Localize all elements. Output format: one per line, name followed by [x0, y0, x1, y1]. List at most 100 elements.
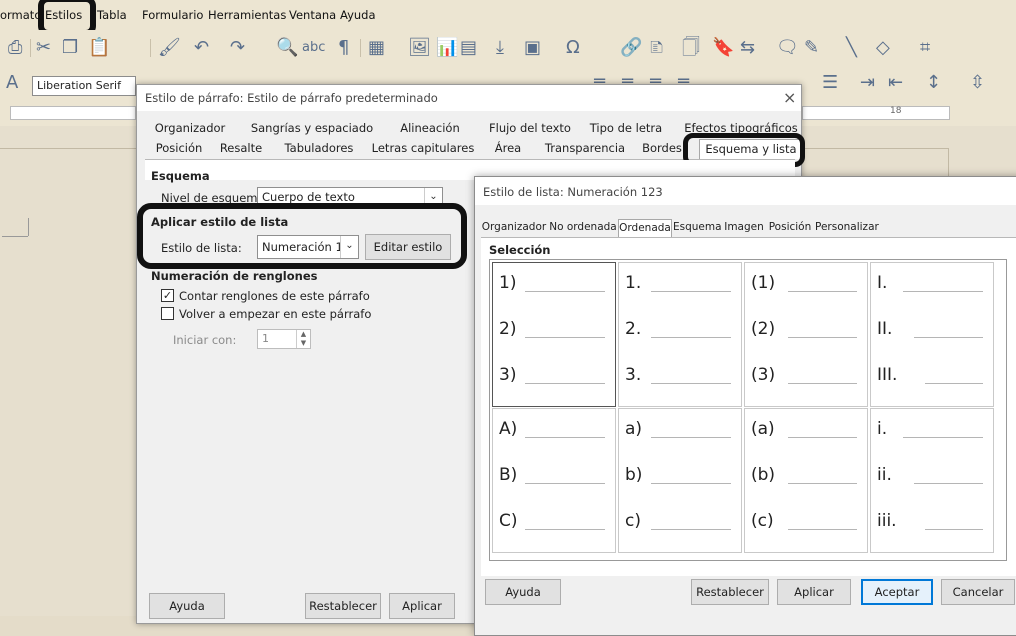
undo-icon[interactable]: ↶: [194, 37, 209, 59]
font-name-box[interactable]: Liberation Serif: [32, 76, 136, 96]
tab-posicion[interactable]: Posición: [767, 219, 813, 237]
menu-formulario[interactable]: Formulario: [142, 8, 203, 22]
paragraph-style-icon[interactable]: A: [6, 72, 18, 94]
copy-icon[interactable]: ❐: [62, 37, 78, 59]
cross-reference-icon[interactable]: ⇆: [740, 37, 755, 59]
insert-textbox-icon[interactable]: ▤: [460, 37, 477, 59]
tab-tipo-letra[interactable]: Tipo de letra: [585, 119, 667, 139]
menu-ayuda[interactable]: Ayuda: [340, 8, 376, 22]
numbering-option[interactable]: 1) 2) 3): [492, 262, 616, 407]
tab-no-ordenada[interactable]: No ordenada: [549, 219, 617, 237]
numbering-label: 1.: [625, 273, 642, 293]
placeholder-line: [914, 483, 983, 484]
help-button[interactable]: Ayuda: [149, 593, 225, 619]
line-icon[interactable]: ╲: [846, 37, 857, 59]
numbering-label: a): [625, 419, 643, 439]
numbering-option[interactable]: 1. 2. 3.: [618, 262, 742, 407]
menu-formato[interactable]: ormato: [0, 8, 41, 22]
help-button[interactable]: Ayuda: [485, 579, 561, 605]
tab-tabuladores[interactable]: Tabuladores: [277, 139, 361, 159]
tab-flujo[interactable]: Flujo del texto: [483, 119, 577, 139]
cancel-button[interactable]: Cancelar: [941, 579, 1015, 605]
tab-organizador[interactable]: Organizador: [481, 219, 547, 237]
numbering-option[interactable]: a) b) c): [618, 408, 742, 553]
reset-button[interactable]: Restablecer: [691, 579, 769, 605]
redo-icon[interactable]: ↷: [230, 37, 245, 59]
placeholder-line: [525, 437, 605, 438]
tab-esquema[interactable]: Esquema: [673, 219, 722, 237]
numbering-label: 1): [499, 273, 517, 293]
numbering-option[interactable]: (a) (b) (c): [744, 408, 868, 553]
basic-shapes-icon[interactable]: ◇: [876, 37, 890, 59]
increase-indent-icon[interactable]: ⇥: [860, 72, 875, 94]
formatting-marks-icon[interactable]: ¶: [338, 37, 349, 59]
tab-alineacion[interactable]: Alineación: [391, 119, 469, 139]
nivel-value: Cuerpo de texto: [262, 190, 355, 204]
placeholder-line: [525, 291, 605, 292]
page-break-icon[interactable]: ⤓: [496, 37, 504, 59]
tab-personalizar[interactable]: Personalizar: [815, 219, 879, 237]
insert-image-icon[interactable]: 🖼: [408, 37, 431, 59]
tab-area[interactable]: Área: [487, 139, 529, 159]
bookmark-icon[interactable]: 🔖: [712, 37, 734, 59]
tab-sangrias[interactable]: Sangrías y espaciado: [249, 119, 375, 139]
reset-button[interactable]: Restablecer: [305, 593, 381, 619]
toolbar-separator: [30, 39, 31, 57]
close-icon[interactable]: ×: [783, 90, 796, 106]
draw-functions-icon[interactable]: ⌗: [920, 37, 930, 59]
dialog-title-bar: Estilo de lista: Numeración 123 ×: [475, 177, 1016, 205]
numbering-label: ii.: [877, 465, 892, 485]
ok-button[interactable]: Aceptar: [861, 579, 933, 605]
tab-imagen[interactable]: Imagen: [723, 219, 765, 237]
numbering-option[interactable]: I. II. III.: [870, 262, 994, 407]
spelling-icon[interactable]: abc: [302, 37, 325, 59]
menu-tabla[interactable]: Tabla: [97, 8, 127, 22]
menu-ventana[interactable]: Ventana: [289, 8, 336, 22]
line-spacing-icon[interactable]: ↕: [926, 72, 941, 94]
menu-herramientas[interactable]: Herramientas: [208, 8, 286, 22]
numbering-label: 2.: [625, 319, 642, 339]
tab-bordes[interactable]: Bordes: [637, 139, 687, 159]
footnote-icon[interactable]: 🗈: [650, 37, 663, 59]
tab-organizador[interactable]: Organizador: [149, 119, 231, 139]
comment-icon[interactable]: 🗨: [776, 37, 799, 59]
find-replace-icon[interactable]: 🔍: [276, 37, 298, 59]
no-list-icon[interactable]: ☰: [822, 72, 838, 94]
placeholder-line: [788, 291, 857, 292]
paste-icon[interactable]: 📋: [88, 37, 110, 59]
tab-posicion[interactable]: Posición: [149, 139, 209, 159]
numbering-option[interactable]: i. ii. iii.: [870, 408, 994, 553]
tab-transparencia[interactable]: Transparencia: [537, 139, 633, 159]
volver-label: Volver a empezar en este párrafo: [179, 307, 372, 321]
numbering-option[interactable]: A) B) C): [492, 408, 616, 553]
tab-resalte[interactable]: Resalte: [215, 139, 267, 159]
placeholder-line: [788, 483, 857, 484]
volver-checkbox[interactable]: [161, 307, 174, 320]
clone-formatting-icon[interactable]: 🖌: [158, 37, 181, 59]
hyperlink-icon[interactable]: 🔗: [620, 37, 642, 59]
standard-toolbar: ⎙ ✂ ❐ 📋 🖌 ↶ ↷ 🔍 abc ¶ ▦ 🖼 📊 ▤ ⤓ ▣ Ω 🔗 🗈 …: [0, 30, 1016, 68]
placeholder-line: [903, 437, 983, 438]
insert-table-icon[interactable]: ▦: [368, 37, 385, 59]
print-preview-icon[interactable]: ⎙: [8, 37, 22, 59]
contar-checkbox[interactable]: ✓: [161, 289, 174, 302]
special-character-icon[interactable]: Ω: [566, 37, 580, 59]
iniciar-spinner[interactable]: 1 ▲ ▼: [257, 329, 311, 349]
tab-letras-capitulares[interactable]: Letras capitulares: [367, 139, 479, 159]
dialog-title: Estilo de párrafo: Estilo de párrafo pre…: [145, 91, 438, 105]
insert-field-icon[interactable]: ▣: [524, 37, 541, 59]
apply-button[interactable]: Aplicar: [777, 579, 851, 605]
numbering-label: b): [625, 465, 643, 485]
apply-button[interactable]: Aplicar: [389, 593, 455, 619]
iniciar-label: Iniciar con:: [173, 333, 237, 347]
endnote-icon[interactable]: 🗍: [682, 37, 700, 59]
insert-chart-icon[interactable]: 📊: [436, 37, 458, 59]
numbering-option[interactable]: (1) (2) (3): [744, 262, 868, 407]
numbering-grid: 1) 2) 3) 1. 2. 3. (1) (2) (3) I. II. III. A) B) C) a) b)…: [489, 259, 1007, 561]
cut-icon[interactable]: ✂: [36, 37, 51, 59]
track-changes-icon[interactable]: ✎: [804, 37, 819, 59]
spinner-arrows-icon[interactable]: ▲ ▼: [296, 330, 310, 348]
tab-ordenada[interactable]: Ordenada: [618, 219, 672, 237]
decrease-indent-icon[interactable]: ⇤: [888, 72, 903, 94]
paragraph-spacing-icon[interactable]: ⇳: [970, 72, 985, 94]
